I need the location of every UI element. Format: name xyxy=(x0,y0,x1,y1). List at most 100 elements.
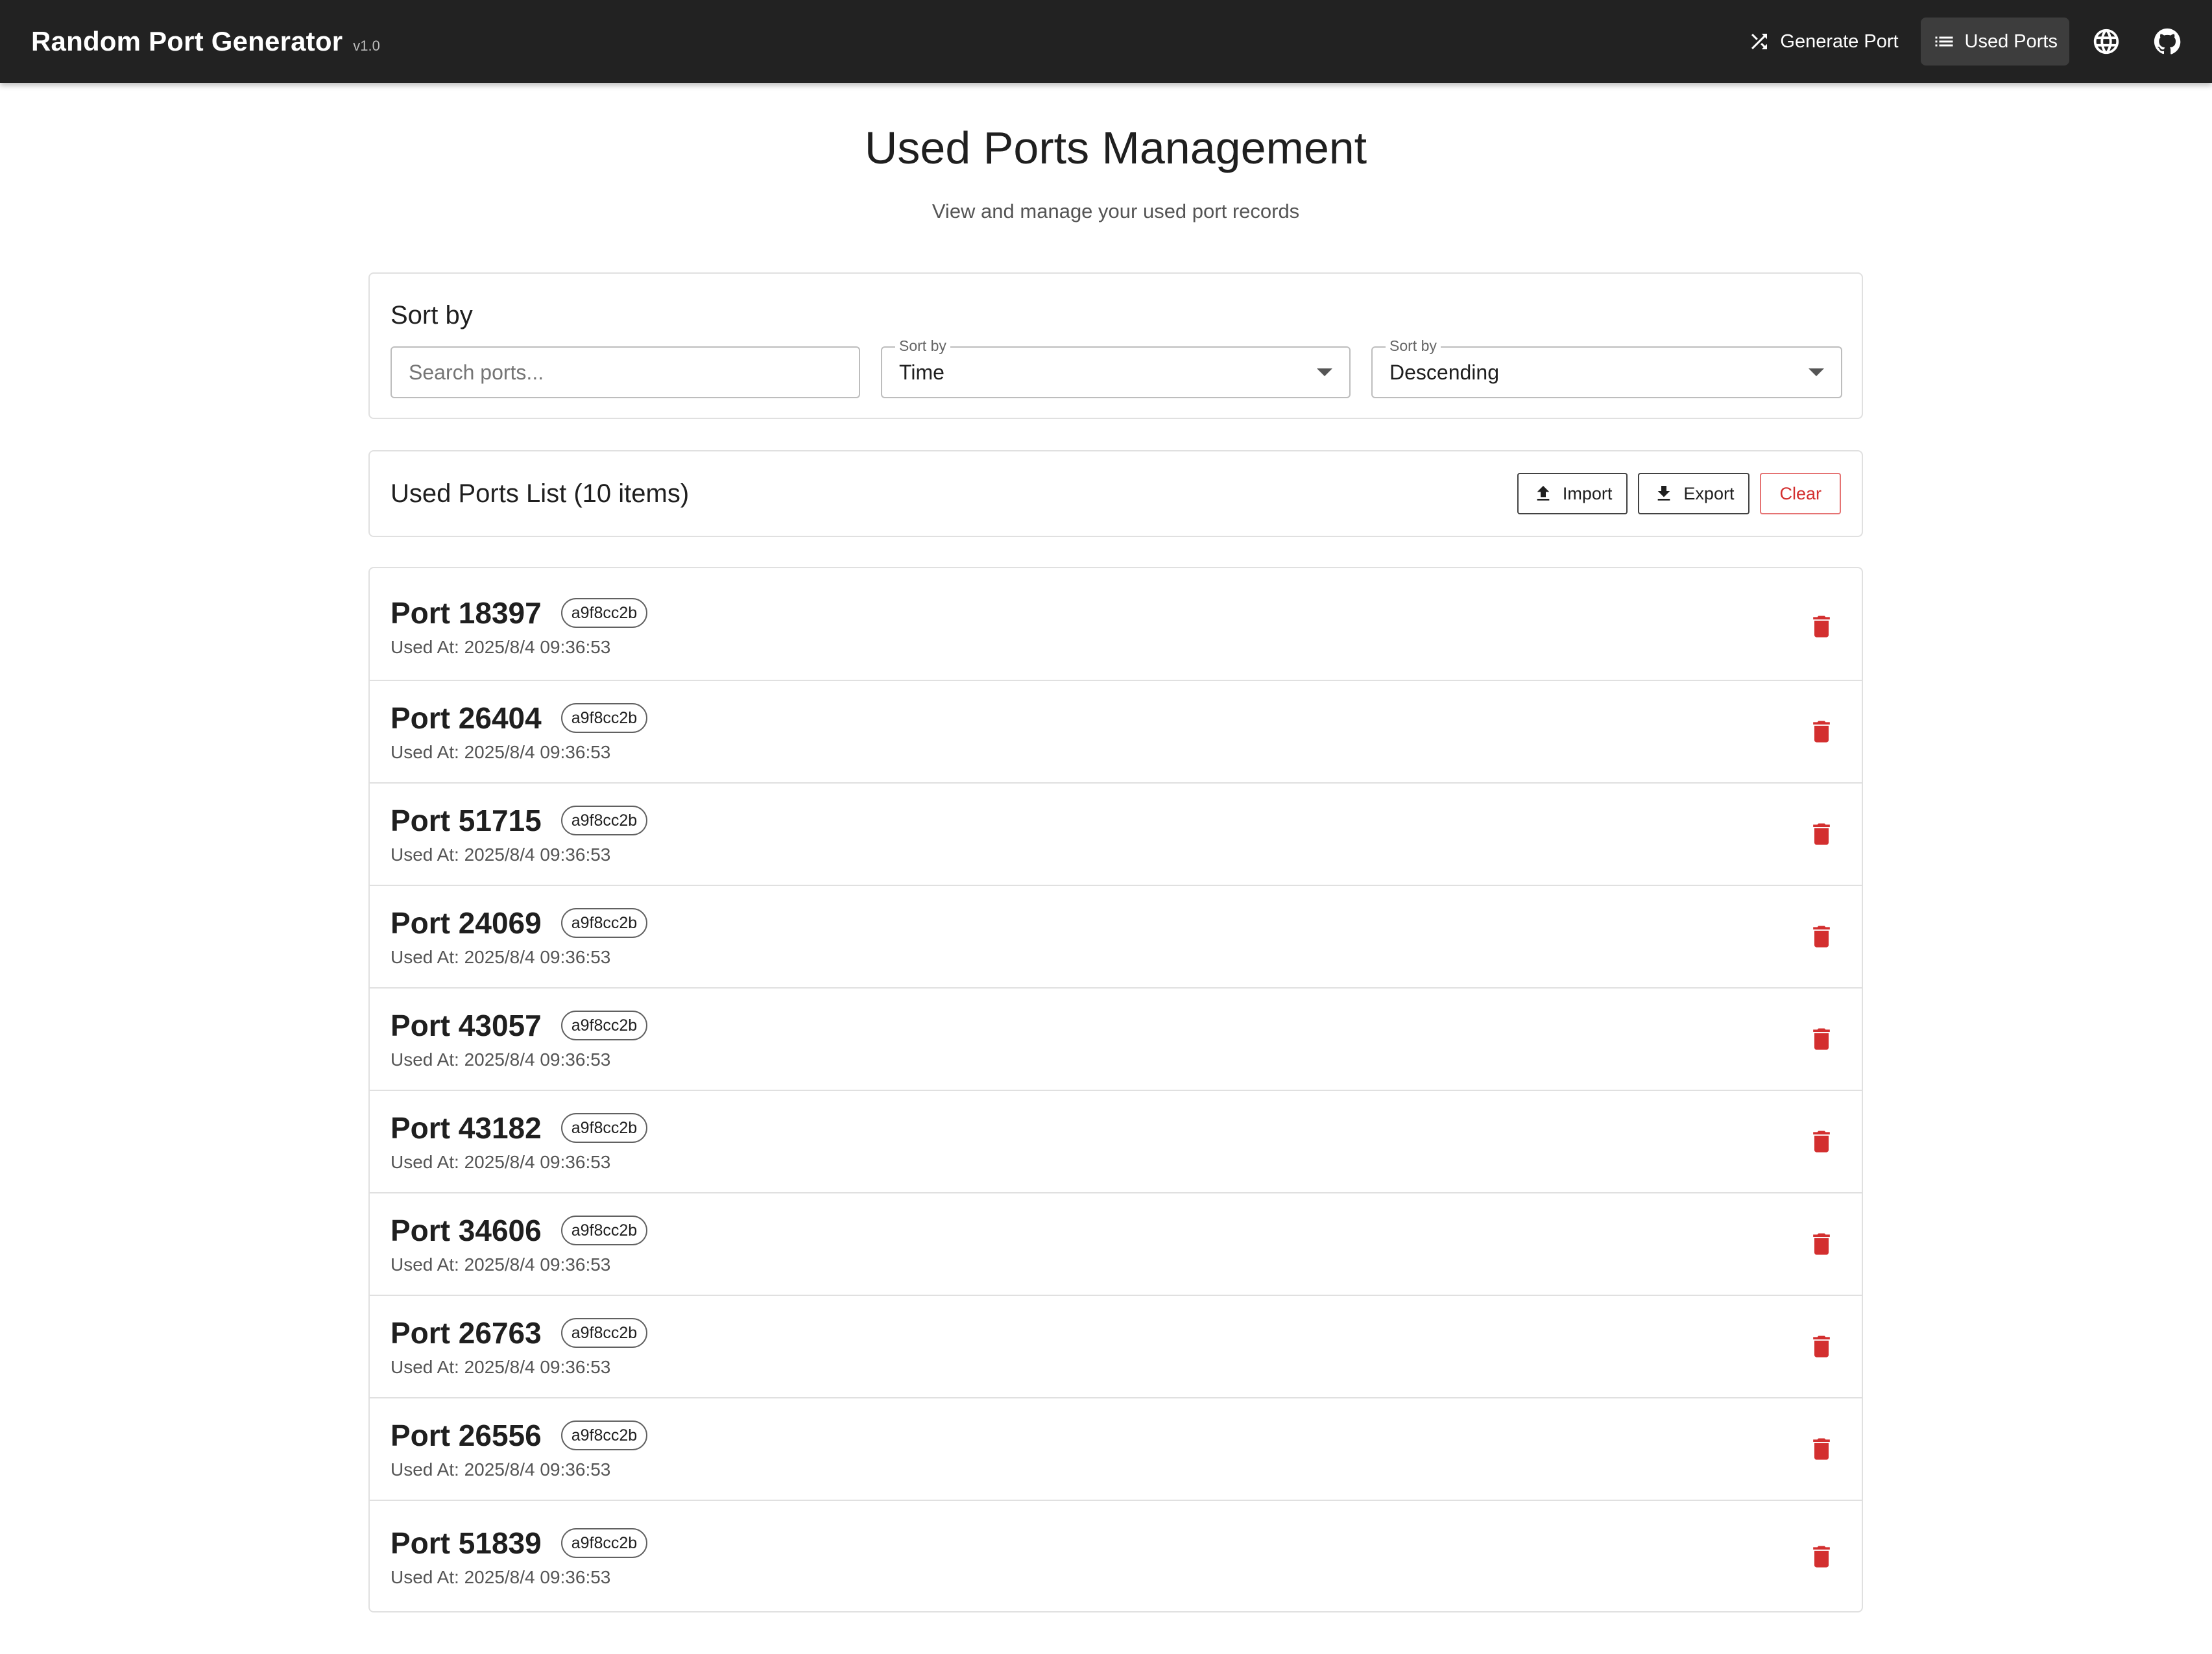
port-used-at: Used At: 2025/8/4 09:36:53 xyxy=(391,1567,611,1587)
port-info: Port 51715 a9f8cc2b Used At: 2025/8/4 09… xyxy=(391,803,648,865)
port-info: Port 24069 a9f8cc2b Used At: 2025/8/4 09… xyxy=(391,905,648,968)
port-list: Port 18397 a9f8cc2b Used At: 2025/8/4 09… xyxy=(368,567,1863,1612)
shuffle-icon xyxy=(1751,34,1768,49)
port-tag-chip: a9f8cc2b xyxy=(560,1216,648,1245)
dropdown-arrow-icon xyxy=(1809,368,1824,376)
sort-order-legend: Sort by xyxy=(1386,337,1441,355)
port-number: Port 34606 xyxy=(391,1214,542,1247)
port-title-row: Port 26763 a9f8cc2b xyxy=(391,1315,648,1350)
sort-field-value: Time xyxy=(899,360,944,384)
download-icon xyxy=(1658,486,1670,501)
port-list-item: Port 34606 a9f8cc2b Used At: 2025/8/4 09… xyxy=(370,1193,1862,1296)
list-title: Used Ports List (10 items) xyxy=(391,479,690,508)
delete-port-button[interactable] xyxy=(1798,1016,1845,1062)
port-number: Port 26556 xyxy=(391,1419,542,1452)
port-list-item: Port 51715 a9f8cc2b Used At: 2025/8/4 09… xyxy=(370,784,1862,886)
port-used-at: Used At: 2025/8/4 09:36:53 xyxy=(391,637,611,657)
trash-icon xyxy=(1813,1233,1830,1255)
delete-port-button[interactable] xyxy=(1798,1426,1845,1472)
delete-port-button[interactable] xyxy=(1798,1533,1845,1580)
port-title-row: Port 24069 a9f8cc2b xyxy=(391,905,648,941)
trash-icon xyxy=(1813,721,1830,743)
search-input[interactable] xyxy=(391,346,860,398)
filter-heading: Sort by xyxy=(391,301,473,330)
sort-order-select[interactable]: Sort by Descending xyxy=(1371,337,1842,398)
port-info: Port 26404 a9f8cc2b Used At: 2025/8/4 09… xyxy=(391,701,648,763)
port-number: Port 51715 xyxy=(391,804,542,837)
trash-icon xyxy=(1813,616,1830,638)
port-info: Port 43057 a9f8cc2b Used At: 2025/8/4 09… xyxy=(391,1008,648,1070)
list-icon xyxy=(1935,36,1953,47)
nav-generate-port[interactable]: Generate Port xyxy=(1736,18,1910,66)
port-info: Port 26763 a9f8cc2b Used At: 2025/8/4 09… xyxy=(391,1315,648,1378)
port-list-item: Port 26404 a9f8cc2b Used At: 2025/8/4 09… xyxy=(370,681,1862,784)
language-button[interactable] xyxy=(2082,18,2130,66)
port-list-item: Port 43182 a9f8cc2b Used At: 2025/8/4 09… xyxy=(370,1091,1862,1193)
export-button[interactable]: Export xyxy=(1638,473,1750,514)
port-tag-chip: a9f8cc2b xyxy=(560,1113,648,1143)
port-number: Port 26404 xyxy=(391,701,542,735)
upload-icon xyxy=(1537,486,1550,501)
delete-port-button[interactable] xyxy=(1798,603,1845,650)
port-tag-chip: a9f8cc2b xyxy=(560,703,648,733)
port-used-at: Used At: 2025/8/4 09:36:53 xyxy=(391,1459,611,1480)
port-used-at: Used At: 2025/8/4 09:36:53 xyxy=(391,1357,611,1377)
port-tag-chip: a9f8cc2b xyxy=(560,908,648,938)
port-number: Port 43057 xyxy=(391,1009,542,1042)
sort-order-value: Descending xyxy=(1389,360,1499,384)
port-title-row: Port 51839 a9f8cc2b xyxy=(391,1526,648,1561)
page-title: Used Ports Management xyxy=(864,123,1367,173)
page-subtitle: View and manage your used port records xyxy=(932,200,1300,222)
app-bar: Random Port Generator v1.0 Generate Port… xyxy=(0,0,2212,83)
app-title: Random Port Generator xyxy=(31,26,343,56)
delete-port-button[interactable] xyxy=(1798,1118,1845,1165)
port-used-at: Used At: 2025/8/4 09:36:53 xyxy=(391,1152,611,1172)
github-button[interactable] xyxy=(2143,18,2191,66)
port-used-at: Used At: 2025/8/4 09:36:53 xyxy=(391,845,611,865)
port-number: Port 24069 xyxy=(391,906,542,940)
delete-port-button[interactable] xyxy=(1798,708,1845,755)
port-tag-chip: a9f8cc2b xyxy=(560,598,648,628)
port-used-at: Used At: 2025/8/4 09:36:53 xyxy=(391,1254,611,1275)
import-button[interactable]: Import xyxy=(1517,473,1628,514)
port-used-at: Used At: 2025/8/4 09:36:53 xyxy=(391,1049,611,1070)
github-icon xyxy=(2154,28,2181,54)
port-title-row: Port 43057 a9f8cc2b xyxy=(391,1008,648,1043)
delete-port-button[interactable] xyxy=(1798,913,1845,960)
delete-port-button[interactable] xyxy=(1798,1221,1845,1267)
nav-used-ports-label: Used Ports xyxy=(1964,30,2058,52)
port-used-at: Used At: 2025/8/4 09:36:53 xyxy=(391,947,611,967)
port-title-row: Port 34606 a9f8cc2b xyxy=(391,1213,648,1248)
app-version: v1.0 xyxy=(353,38,380,54)
port-title-row: Port 43182 a9f8cc2b xyxy=(391,1110,648,1145)
port-title-row: Port 51715 a9f8cc2b xyxy=(391,803,648,838)
filter-card: Sort by Sort by Time Sort by Descending xyxy=(368,272,1863,419)
port-info: Port 43182 a9f8cc2b Used At: 2025/8/4 09… xyxy=(391,1110,648,1173)
clear-button[interactable]: Clear xyxy=(1760,473,1841,514)
list-actions: Import Export Clear xyxy=(1507,473,1841,514)
port-tag-chip: a9f8cc2b xyxy=(560,806,648,835)
port-info: Port 34606 a9f8cc2b Used At: 2025/8/4 09… xyxy=(391,1213,648,1275)
trash-icon xyxy=(1813,1438,1830,1460)
nav-used-ports[interactable]: Used Ports xyxy=(1920,18,2069,66)
port-number: Port 18397 xyxy=(391,596,542,630)
sort-field-select[interactable]: Sort by Time xyxy=(881,337,1351,398)
sort-field-legend: Sort by xyxy=(895,337,950,355)
port-title-row: Port 18397 a9f8cc2b xyxy=(391,595,648,630)
list-header-card: Used Ports List (10 items) Import Export… xyxy=(368,450,1863,537)
port-list-item: Port 18397 a9f8cc2b Used At: 2025/8/4 09… xyxy=(370,568,1862,681)
port-tag-chip: a9f8cc2b xyxy=(560,1528,648,1558)
trash-icon xyxy=(1813,1028,1830,1050)
export-label: Export xyxy=(1683,483,1735,503)
globe-icon xyxy=(2093,29,2119,54)
port-list-item: Port 26556 a9f8cc2b Used At: 2025/8/4 09… xyxy=(370,1398,1862,1501)
port-used-at: Used At: 2025/8/4 09:36:53 xyxy=(391,742,611,762)
port-info: Port 18397 a9f8cc2b Used At: 2025/8/4 09… xyxy=(391,595,648,658)
port-list-item: Port 24069 a9f8cc2b Used At: 2025/8/4 09… xyxy=(370,886,1862,989)
port-tag-chip: a9f8cc2b xyxy=(560,1420,648,1450)
delete-port-button[interactable] xyxy=(1798,1323,1845,1370)
trash-icon xyxy=(1813,1336,1830,1358)
port-title-row: Port 26404 a9f8cc2b xyxy=(391,701,648,736)
trash-icon xyxy=(1813,926,1830,948)
delete-port-button[interactable] xyxy=(1798,811,1845,857)
